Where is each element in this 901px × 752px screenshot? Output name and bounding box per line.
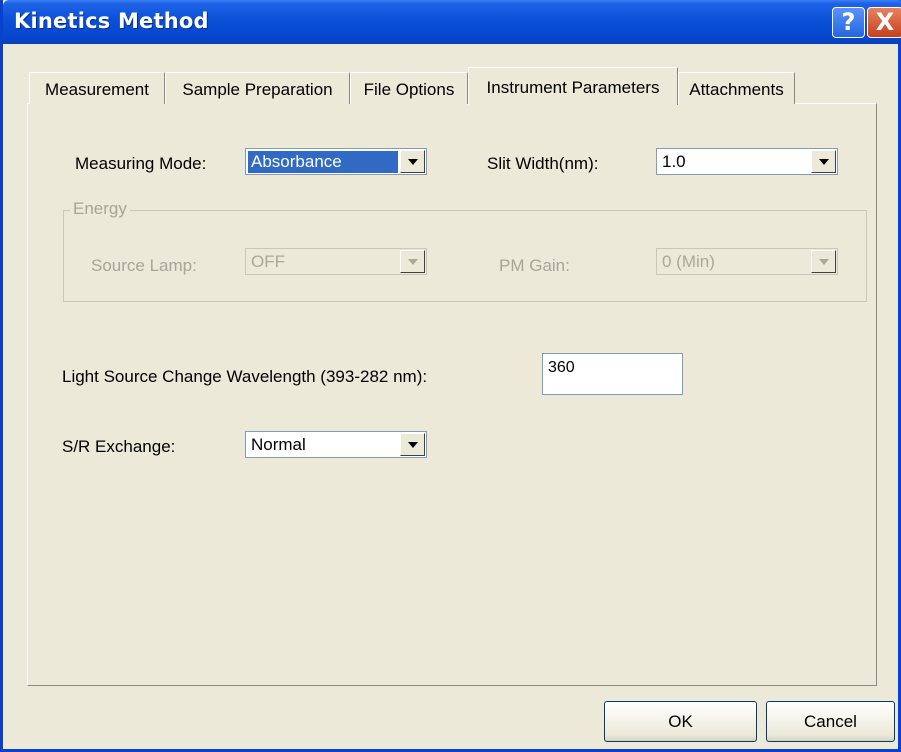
close-icon: X [875,8,895,36]
help-icon: ? [841,8,856,36]
title-bar[interactable]: Kinetics Method ? X [3,0,901,44]
chevron-down-icon[interactable] [811,150,836,173]
ok-button[interactable]: OK [604,701,757,742]
slit-width-value: 1.0 [662,152,686,171]
source-lamp-label: Source Lamp: [91,256,197,275]
measuring-mode-value: Absorbance [248,151,398,173]
help-button[interactable]: ? [832,7,865,38]
light-source-wavelength-value: 360 [548,359,575,376]
window-title: Kinetics Method [14,9,209,33]
measuring-mode-label: Measuring Mode: [75,154,207,173]
pm-gain-label: PM Gain: [499,256,570,275]
kinetics-method-dialog: Kinetics Method ? X Measurement Sample P… [0,0,901,752]
energy-group-title: Energy [70,199,130,219]
pm-gain-value: 0 (Min) [662,252,715,271]
tab-panel-instrument-parameters [27,103,877,686]
sr-exchange-label: S/R Exchange: [62,437,176,456]
sr-exchange-value: Normal [251,435,306,454]
source-lamp-select: OFF [245,248,427,275]
slit-width-label: Slit Width(nm): [487,154,599,173]
measuring-mode-select[interactable]: Absorbance [245,148,427,175]
chevron-down-icon [400,250,425,273]
sr-exchange-select[interactable]: Normal [245,431,427,458]
tab-sample-preparation[interactable]: Sample Preparation [165,72,350,104]
light-source-wavelength-input[interactable]: 360 [542,353,683,395]
cancel-button[interactable]: Cancel [766,701,895,742]
chevron-down-icon [811,250,836,273]
source-lamp-value: OFF [251,252,285,271]
tab-file-options[interactable]: File Options [350,72,468,104]
chevron-down-icon[interactable] [400,150,425,173]
close-button[interactable]: X [867,7,901,38]
tab-measurement[interactable]: Measurement [29,72,165,104]
chevron-down-icon[interactable] [400,433,425,456]
light-source-change-label: Light Source Change Wavelength (393-282 … [62,367,428,386]
slit-width-select[interactable]: 1.0 [656,148,838,175]
tab-attachments[interactable]: Attachments [678,72,795,104]
pm-gain-select: 0 (Min) [656,248,838,275]
tab-instrument-parameters[interactable]: Instrument Parameters [468,67,678,105]
